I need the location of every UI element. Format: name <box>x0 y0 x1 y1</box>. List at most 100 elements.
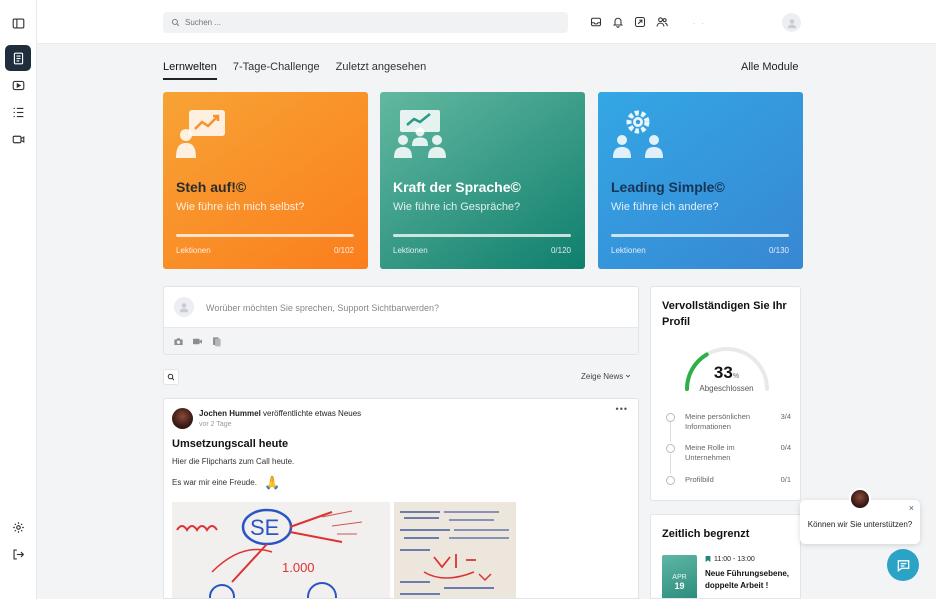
course-lessons-label: Lektionen <box>611 246 646 255</box>
event-month: APR <box>672 574 687 581</box>
step-label: Profilbild <box>685 475 714 484</box>
support-agent-avatar <box>849 488 871 510</box>
svg-text:1.000: 1.000 <box>282 560 315 575</box>
video-icon[interactable] <box>192 336 203 347</box>
post-more-icon[interactable]: ••• <box>616 404 628 414</box>
post-author[interactable]: Jochen Hummel <box>199 409 261 418</box>
post-author-line: Jochen Hummel veröffentlichte etwas Neue… <box>199 409 361 418</box>
step-status-icon <box>666 476 675 485</box>
all-modules-link[interactable]: Alle Module <box>741 61 798 73</box>
author-avatar[interactable] <box>172 408 193 429</box>
post-action: veröffentlichte etwas Neues <box>263 409 362 418</box>
search-input[interactable] <box>185 18 545 27</box>
course-lessons-count: 0/130 <box>768 246 789 255</box>
feed-search-button[interactable] <box>163 369 179 385</box>
post-time: vor 2 Tage <box>199 421 232 428</box>
nav-camera-icon[interactable] <box>5 126 31 152</box>
svg-text:SE: SE <box>250 515 279 540</box>
step-count: 0/4 <box>780 443 791 452</box>
news-filter-label: Zeige News <box>581 372 624 381</box>
post-title: Umsetzungscall heute <box>172 438 289 450</box>
camera-icon[interactable] <box>173 336 184 347</box>
course-title: Kraft der Sprache© <box>393 179 521 195</box>
loading-indicator: . . <box>693 17 706 26</box>
flipchart-image[interactable] <box>394 502 516 598</box>
bell-icon[interactable] <box>611 15 624 28</box>
course-progress-bar <box>393 234 571 237</box>
nav-courses-icon[interactable] <box>5 45 31 71</box>
course-card-steh-auf[interactable]: Steh auf!© Wie führe ich mich selbst? Le… <box>163 92 368 269</box>
flipchart-drawing <box>394 502 516 598</box>
profile-percent: 33% <box>651 363 802 383</box>
course-lessons-label: Lektionen <box>176 246 211 255</box>
profile-percent-unit: % <box>732 373 740 380</box>
logout-icon[interactable] <box>5 541 31 567</box>
profile-done-label: Abgeschlossen <box>699 384 754 393</box>
user-placeholder-icon <box>787 18 796 28</box>
users-icon[interactable] <box>655 15 668 28</box>
user-avatar[interactable] <box>782 13 801 32</box>
praying-hands-emoji: 🙏 <box>264 475 281 490</box>
chat-launcher-button[interactable] <box>887 549 919 581</box>
profile-percent-value: 33 <box>713 363 733 382</box>
chevron-down-icon <box>626 374 631 378</box>
step-status-icon <box>666 444 675 453</box>
course-subtitle: Wie führe ich Gespräche? <box>393 201 521 213</box>
post-composer[interactable]: Worüber möchten Sie sprechen, Support Si… <box>163 286 639 355</box>
flipchart-image[interactable]: SE 1.000 <box>172 502 390 598</box>
top-bar: . . <box>37 0 936 44</box>
user-placeholder-icon <box>179 303 189 313</box>
composer-placeholder[interactable]: Worüber möchten Sie sprechen, Support Si… <box>206 303 439 313</box>
step-label: Meine Rolle im Unternehmen <box>685 443 735 462</box>
nav-video-icon[interactable] <box>5 72 31 98</box>
step-connector <box>670 454 671 474</box>
event-time-row: 11:00 - 13:00 <box>705 555 755 563</box>
search-icon <box>171 18 180 27</box>
course-progress-bar <box>611 234 789 237</box>
course-card-leading-simple[interactable]: Leading Simple© Wie führe ich andere? Le… <box>598 92 803 269</box>
composer-avatar <box>174 297 194 317</box>
nav-list-icon[interactable] <box>5 99 31 125</box>
bookmark-icon <box>705 556 711 562</box>
news-filter-dropdown[interactable]: Zeige News <box>581 372 631 381</box>
support-chat-text: Können wir Sie unterstützen? <box>807 520 913 529</box>
step-label: Meine persönlichen Informationen <box>685 412 751 431</box>
course-lessons-label: Lektionen <box>393 246 428 255</box>
course-lessons-count: 0/120 <box>550 246 571 255</box>
post-text: Hier die Flipcharts zum Call heute. <box>172 457 295 466</box>
group-presentation-icon <box>394 110 446 158</box>
step-connector <box>670 422 671 442</box>
close-icon[interactable]: × <box>909 503 914 513</box>
time-limited-title: Zeitlich begrenzt <box>662 528 750 540</box>
event-date-badge[interactable]: APR 19 <box>662 555 697 598</box>
flipchart-drawing: SE 1.000 <box>172 502 390 598</box>
chat-bubble-icon[interactable] <box>633 15 646 28</box>
tab-7-tage-challenge[interactable]: 7-Tage-Challenge <box>233 61 320 80</box>
tab-lernwelten[interactable]: Lernwelten <box>163 61 217 80</box>
left-rail <box>0 0 37 599</box>
content-tabs: Lernwelten 7-Tage-Challenge Zuletzt ange… <box>163 61 426 80</box>
sidebar-toggle-icon[interactable] <box>5 10 31 36</box>
time-limited-card: Zeitlich begrenzt APR 19 11:00 - 13:00 N… <box>650 514 801 599</box>
event-time: 11:00 - 13:00 <box>714 555 755 563</box>
search-box[interactable] <box>163 12 568 33</box>
document-icon[interactable] <box>211 336 222 347</box>
feed-post: Jochen Hummel veröffentlichte etwas Neue… <box>163 398 639 599</box>
event-title[interactable]: Neue Führungsebene, doppelte Arbeit ! <box>705 568 795 592</box>
chat-icon <box>897 559 909 572</box>
composer-toolbar <box>164 327 638 354</box>
step-count: 0/1 <box>780 475 791 484</box>
step-count: 3/4 <box>780 412 791 421</box>
tab-zuletzt-angesehen[interactable]: Zuletzt angesehen <box>336 61 427 80</box>
course-title: Steh auf!© <box>176 179 247 195</box>
event-day: 19 <box>674 581 685 591</box>
course-subtitle: Wie führe ich mich selbst? <box>176 201 305 213</box>
search-icon <box>167 373 175 381</box>
course-card-kraft-der-sprache[interactable]: Kraft der Sprache© Wie führe ich Gespräc… <box>380 92 585 269</box>
settings-gear-icon[interactable] <box>5 514 31 540</box>
profile-card-title: Vervollständigen Sie Ihr Profil <box>662 300 787 328</box>
course-lessons-count: 0/102 <box>333 246 354 255</box>
course-progress-bar <box>176 234 354 237</box>
profile-completion-card: Vervollständigen Sie Ihr Profil 33% Abge… <box>650 286 801 501</box>
inbox-icon[interactable] <box>589 15 602 28</box>
